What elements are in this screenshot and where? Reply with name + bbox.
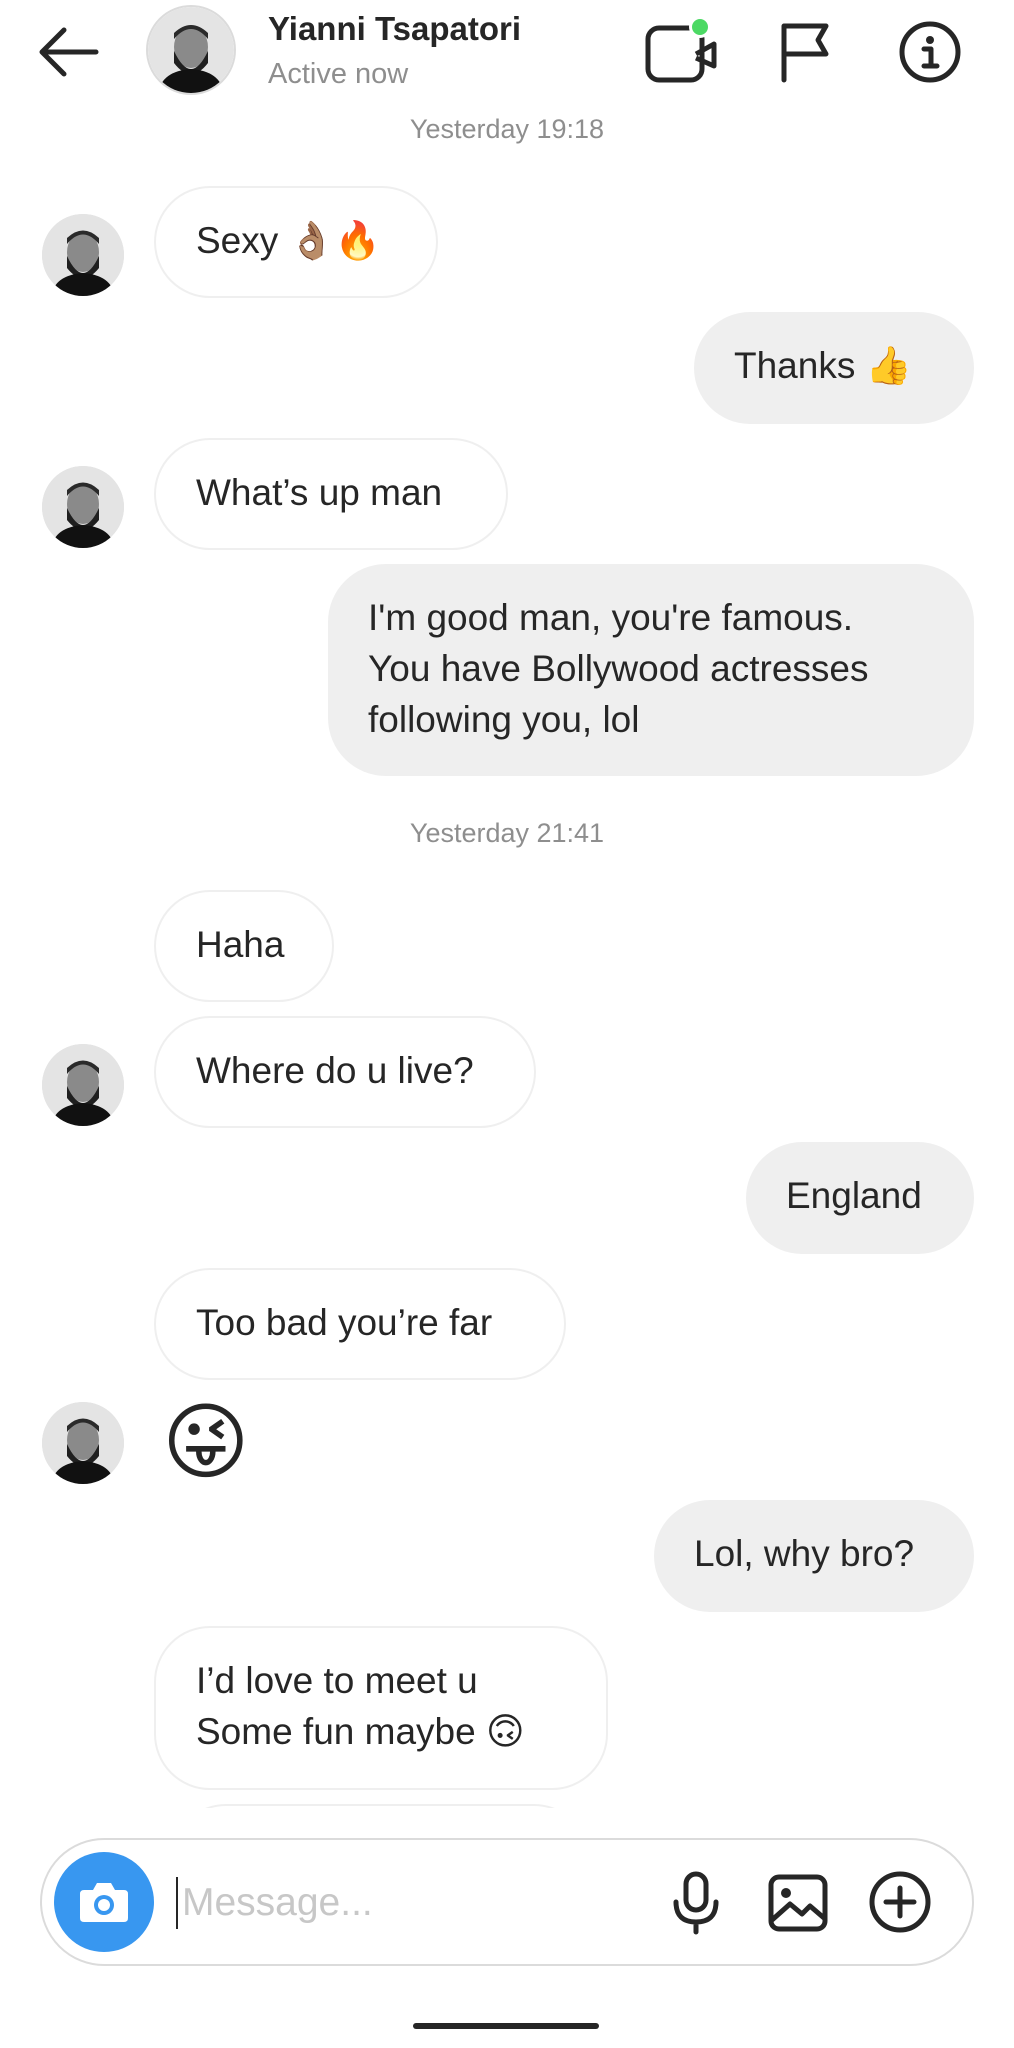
message-line: You have Bollywood actresses xyxy=(368,648,869,689)
contact-status: Active now xyxy=(268,58,409,90)
report-button[interactable] xyxy=(770,14,846,90)
message-line: I’d love to meet u xyxy=(196,1660,478,1701)
sender-avatar[interactable] xyxy=(42,1402,124,1484)
incoming-message[interactable]: I’d love to meet u Some fun maybe 🙃 xyxy=(154,1626,608,1790)
video-call-button[interactable] xyxy=(644,14,720,90)
message-line: Some fun maybe 🙃 xyxy=(196,1711,525,1752)
incoming-message[interactable]: Too bad you’re far xyxy=(154,1268,566,1380)
message-thread[interactable]: Yesterday 19:18 Sexy 👌🏽🔥 Thanks 👍 What’s… xyxy=(0,108,1014,1808)
outgoing-message[interactable]: Thanks 👍 xyxy=(694,312,974,424)
timestamp: Yesterday 19:18 xyxy=(409,114,605,144)
incoming-message[interactable]: Haha xyxy=(154,890,334,1002)
message-composer xyxy=(40,1838,974,1966)
add-content-button[interactable] xyxy=(864,1866,936,1938)
back-button[interactable] xyxy=(34,22,110,82)
contact-avatar[interactable] xyxy=(146,5,236,95)
incoming-message[interactable]: What’s up man xyxy=(154,438,508,550)
sender-avatar[interactable] xyxy=(42,214,124,296)
incoming-message[interactable]: Sexy 👌🏽🔥 xyxy=(154,186,438,298)
voice-message-button[interactable] xyxy=(660,1866,732,1938)
message-input[interactable] xyxy=(180,1866,664,1940)
gallery-button[interactable] xyxy=(762,1866,834,1938)
outgoing-message[interactable]: England xyxy=(746,1142,974,1254)
camera-button[interactable] xyxy=(54,1852,154,1952)
info-icon xyxy=(899,21,961,83)
camera-icon xyxy=(80,1883,128,1922)
incoming-message-partial xyxy=(170,1804,590,1808)
incoming-message[interactable]: Where do u live? xyxy=(154,1016,536,1128)
online-indicator xyxy=(689,16,711,38)
gallery-icon xyxy=(768,1874,828,1932)
microphone-icon xyxy=(673,1871,719,1935)
sender-avatar[interactable] xyxy=(42,1044,124,1126)
outgoing-message[interactable]: I'm good man, you're famous. You have Bo… xyxy=(328,564,974,776)
home-indicator[interactable] xyxy=(413,2023,599,2029)
chat-header: Yianni Tsapatori Active now xyxy=(0,0,1014,108)
message-line: I'm good man, you're famous. xyxy=(368,597,854,638)
contact-name[interactable]: Yianni Tsapatori xyxy=(268,10,521,48)
text-cursor xyxy=(176,1877,178,1929)
sender-avatar[interactable] xyxy=(42,466,124,548)
message-line: following you, lol xyxy=(368,699,640,740)
outgoing-message[interactable]: Lol, why bro? xyxy=(654,1500,974,1612)
info-button[interactable] xyxy=(893,14,969,90)
emoji-message[interactable]: 😜 xyxy=(162,1394,250,1490)
timestamp: Yesterday 21:41 xyxy=(409,818,605,848)
flag-icon xyxy=(781,23,829,83)
arrow-left-icon xyxy=(39,27,99,77)
plus-circle-icon xyxy=(869,1871,931,1933)
